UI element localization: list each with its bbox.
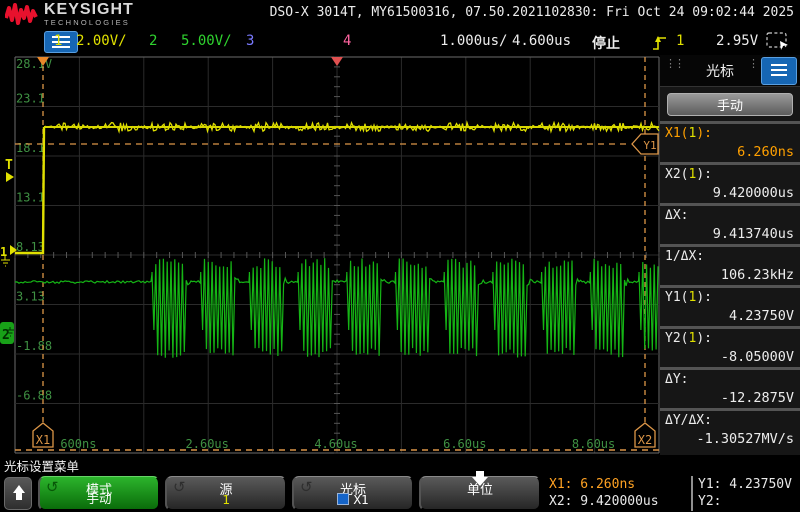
cursor-mode-button[interactable]: 手动	[667, 93, 793, 116]
svg-text:3.13: 3.13	[16, 290, 45, 304]
cursor-field-x2: X2(1):9.420000us	[660, 162, 800, 203]
brand-name: KEYSIGHT	[44, 1, 134, 18]
trigger-level[interactable]: 2.95V	[716, 33, 758, 49]
x1-readout: X1: 6.260ns	[549, 476, 689, 493]
trigger-level-marker: T	[5, 158, 13, 173]
svg-text:Y1: Y1	[643, 139, 656, 152]
sidebar-menu-icon[interactable]	[761, 57, 797, 85]
ch4-button[interactable]: 4	[343, 33, 351, 49]
ch2-button[interactable]: 2	[149, 33, 157, 49]
ch1-scale[interactable]: 2.00V/	[76, 33, 127, 49]
drag-handle-icon[interactable]: ⋮⋮	[665, 62, 675, 78]
y1-readout: Y1: 4.23750V	[698, 476, 798, 493]
svg-text:23.1: 23.1	[16, 92, 45, 106]
svg-text:600ns: 600ns	[60, 437, 96, 451]
cursor-x2-flag-label: X2	[638, 433, 652, 447]
softkey-1[interactable]: ↺模式手动	[38, 476, 160, 511]
time-reference-marker-icon	[331, 57, 343, 66]
readout-divider	[691, 476, 693, 511]
cursor-field-y1: Y1(1):4.23750V	[660, 285, 800, 326]
y2-readout: Y2: -8.05000V	[698, 493, 798, 512]
softkey-4[interactable]: 单位	[419, 476, 541, 511]
softkey-bar: 光标设置菜单 ↺模式手动↺源1↺光标X1单位 X1: 6.260ns X2: 9…	[0, 455, 800, 512]
ch3-button[interactable]: 3	[246, 33, 254, 49]
softkey-3[interactable]: ↺光标X1	[292, 476, 414, 511]
ch1-button[interactable]: 1	[54, 33, 62, 49]
brand: KEYSIGHT TECHNOLOGIES	[44, 2, 134, 27]
system-title: DSO-X 3014T, MY61500316, 07.50.202110283…	[270, 5, 794, 20]
cursor-checkbox-icon	[337, 493, 349, 505]
svg-text:8.60us: 8.60us	[572, 437, 615, 451]
ch1-ground-marker: 1	[0, 245, 7, 259]
brand-sub: TECHNOLOGIES	[44, 19, 134, 27]
cursor-field-yx: ΔY/ΔX:-1.30527MV/s	[660, 408, 800, 449]
cursor-sidebar: ⋮⋮ 光标 ⋮⋮ 手动 X1(1):6.260nsX2(1):9.420000u…	[660, 55, 800, 455]
cursor-field-1x: 1/ΔX:106.23kHz	[660, 244, 800, 285]
svg-text:2.60us: 2.60us	[186, 437, 229, 451]
trigger-slope-icon	[652, 32, 668, 52]
cursor-x1-flag-label: X1	[36, 433, 50, 447]
svg-text:13.1: 13.1	[16, 191, 45, 205]
cursor-field-y2: Y2(1):-8.05000V	[660, 326, 800, 367]
sidebar-title: 光标	[690, 61, 750, 81]
svg-text:-1.88: -1.88	[16, 339, 52, 353]
timebase-readout[interactable]: 1.000us/	[440, 33, 507, 49]
up-arrow-icon	[13, 485, 25, 493]
cursor-fields: X1(1):6.260nsX2(1):9.420000usΔX:9.413740…	[660, 121, 800, 449]
trigger-level-arrow-icon	[6, 172, 14, 182]
run-state-badge: 停止	[592, 33, 620, 53]
keysight-logo-icon	[5, 2, 41, 26]
back-button[interactable]	[4, 477, 32, 510]
delay-readout[interactable]: 4.600us	[512, 33, 571, 49]
channel-bar: 1 2.00V/ 2 5.00V/ 3 4 1.000us/ 4.600us 停…	[0, 28, 800, 55]
trigger-source: 1	[676, 33, 684, 49]
sidebar-header: ⋮⋮ 光标 ⋮⋮	[660, 55, 800, 87]
svg-text:4.60us: 4.60us	[314, 437, 357, 451]
svg-text:18.1: 18.1	[16, 141, 45, 155]
softkey-2[interactable]: ↺源1	[165, 476, 287, 511]
svg-text:6.60us: 6.60us	[443, 437, 486, 451]
waveform-display: 28.1V23.118.113.18.133.13-1.88-6.88600ns…	[0, 55, 660, 455]
x2-readout: X2: 9.420000us	[549, 493, 689, 510]
oscilloscope-screen: KEYSIGHT TECHNOLOGIES DSO-X 3014T, MY615…	[0, 0, 800, 512]
ch2-scale[interactable]: 5.00V/	[181, 33, 232, 49]
drag-handle-icon[interactable]: ⋮⋮	[748, 62, 758, 78]
cursor-field-x1: X1(1):6.260ns	[660, 121, 800, 162]
cursor-x-readout: X1: 6.260ns X2: 9.420000us	[549, 476, 689, 511]
region-select-icon[interactable]	[766, 32, 790, 51]
cursor-y-readout: Y1: 4.23750V Y2: -8.05000V	[698, 476, 798, 511]
cursor-field-x: ΔX:9.413740us	[660, 203, 800, 244]
down-arrow-icon	[472, 477, 488, 501]
svg-text:-6.88: -6.88	[16, 389, 52, 403]
cursor-field-y: ΔY:-12.2875V	[660, 367, 800, 408]
menu-title: 光标设置菜单	[4, 456, 79, 475]
logo-bar: KEYSIGHT TECHNOLOGIES DSO-X 3014T, MY615…	[0, 0, 800, 28]
